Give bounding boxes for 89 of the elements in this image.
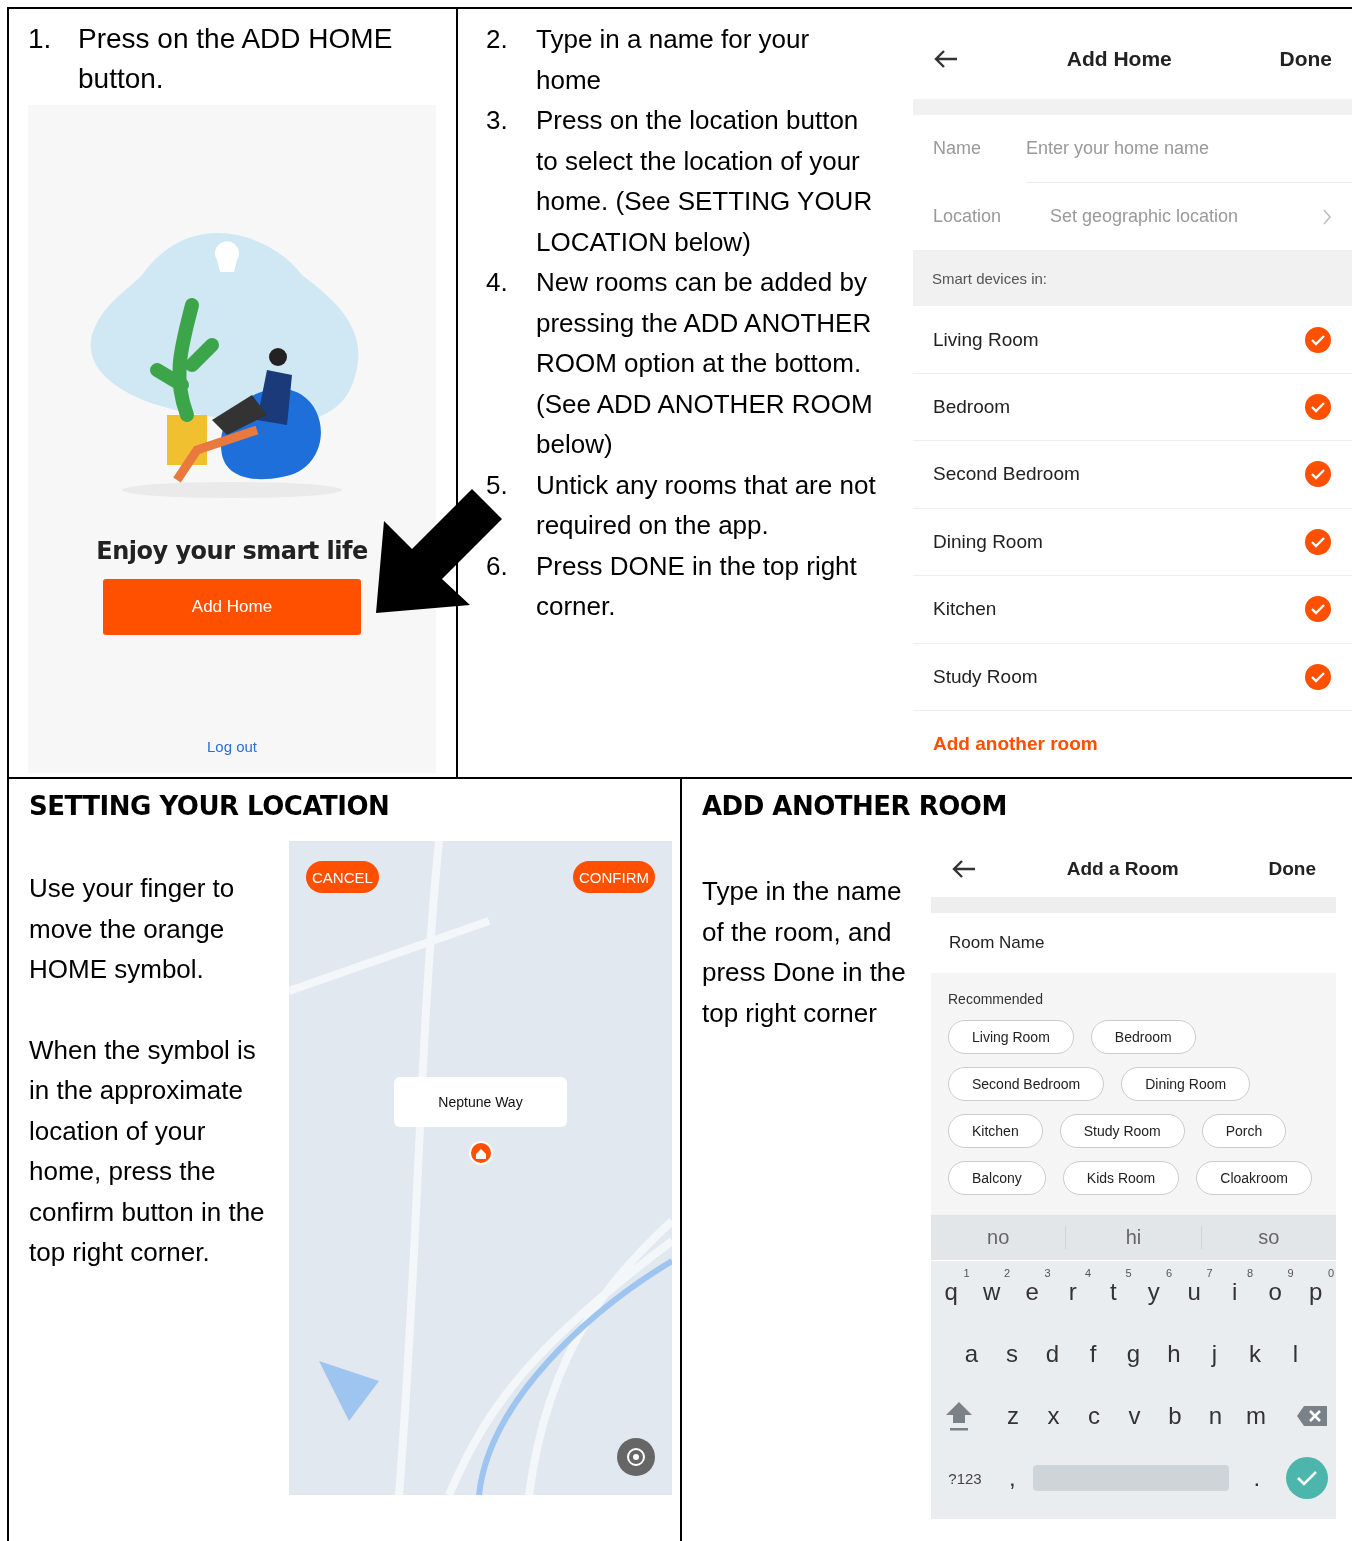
checkmark-icon[interactable] [1285, 1456, 1329, 1500]
checkbox[interactable] [1304, 527, 1332, 556]
step-number: 1. [28, 22, 53, 56]
key[interactable]: v [1114, 1391, 1155, 1441]
screen-title: Add Home [1065, 47, 1173, 72]
headline: Enjoy your smart life [96, 537, 368, 565]
location-callout: Neptune Way [394, 1077, 567, 1127]
key[interactable]: h [1153, 1329, 1195, 1379]
room-chip[interactable]: Study Room [1059, 1114, 1185, 1148]
room-chip[interactable]: Kids Room [1062, 1161, 1180, 1195]
step-number: 2. [486, 23, 509, 56]
step-text: Untick any rooms that are not required on the app. [536, 468, 876, 542]
section-heading: ADD ANOTHER ROOM [702, 791, 1008, 821]
room-name: Study Room [933, 665, 1039, 688]
key[interactable]: t 5 [1093, 1267, 1134, 1317]
symbols-key[interactable]: ?123 [938, 1453, 992, 1503]
key[interactable]: e 3 [1012, 1267, 1053, 1317]
step-number: 4. [486, 266, 509, 299]
key[interactable]: r 4 [1052, 1267, 1093, 1317]
section-heading: SETTING YOUR LOCATION [29, 791, 391, 821]
key[interactable]: i 8 [1214, 1267, 1255, 1317]
key[interactable]: f [1072, 1329, 1114, 1379]
room-name: Bedroom [933, 396, 1012, 419]
key[interactable]: m [1235, 1391, 1277, 1441]
backspace-icon[interactable] [1296, 1405, 1329, 1427]
suggestion[interactable]: so [1258, 1226, 1280, 1248]
field-label: Location [933, 206, 1003, 228]
chevron-right-icon [1322, 207, 1332, 226]
field-label: Name [933, 138, 982, 160]
key[interactable]: g [1113, 1329, 1154, 1379]
log-out-link[interactable]: Log out [206, 738, 257, 755]
section-label: Smart devices in: [932, 269, 1048, 287]
key[interactable]: o 9 [1255, 1267, 1296, 1317]
key[interactable]: u 7 [1174, 1267, 1215, 1317]
screen-title: Add a Room [1065, 858, 1180, 880]
step-text: Press on the ADD HOME button. [78, 22, 394, 96]
suggestion[interactable]: no [987, 1226, 1010, 1248]
home-name-field[interactable]: Enter your home name [1026, 138, 1326, 160]
instruction-text: When the symbol is in the approximate location of your home, press the confirm button in the top right corner. [29, 1033, 266, 1269]
room-name: Second Bedroom [933, 463, 1081, 486]
step-text: Type in a name for your home [536, 23, 811, 97]
step-text: New rooms can be added by pressing the ADD ANOTHER ROOM option at the bottom. (See ADD ANOTHER ROOM below) [536, 266, 874, 461]
done-button[interactable]: Done [1279, 47, 1332, 72]
checkbox[interactable] [1304, 325, 1332, 354]
key[interactable]: b [1154, 1391, 1196, 1441]
key[interactable]: a [951, 1329, 992, 1379]
room-chip[interactable]: Kitchen [948, 1114, 1043, 1148]
room-name: Living Room [933, 328, 1040, 351]
room-chip[interactable]: Bedroom [1090, 1020, 1196, 1054]
key[interactable]: n [1195, 1391, 1236, 1441]
checkbox[interactable] [1304, 662, 1332, 691]
room-chip[interactable]: Porch [1201, 1114, 1287, 1148]
step-number: 5. [486, 468, 509, 502]
comma-key[interactable]: , [992, 1453, 1033, 1503]
location-value: Set geographic location [1050, 206, 1239, 228]
key[interactable]: j [1194, 1329, 1235, 1379]
room-chip[interactable]: Living Room [948, 1020, 1074, 1054]
key[interactable]: l [1275, 1329, 1316, 1379]
instruction-text: Type in the name of the room, and press Done in the top right corner [702, 875, 907, 1030]
room-chip[interactable]: Balcony [948, 1161, 1046, 1195]
key[interactable]: q 1 [931, 1267, 972, 1317]
step-number: 3. [486, 104, 509, 137]
key[interactable]: d [1032, 1329, 1073, 1379]
key[interactable]: c [1073, 1391, 1115, 1441]
suggestion[interactable]: hi [1125, 1226, 1142, 1248]
back-arrow-icon[interactable] [951, 858, 977, 880]
room-name: Kitchen [933, 598, 998, 621]
key[interactable]: x [1033, 1391, 1074, 1441]
key[interactable]: y 6 [1133, 1267, 1174, 1317]
section-label: Recommended [948, 991, 1044, 1007]
checkbox[interactable] [1304, 595, 1332, 624]
room-name: Dining Room [933, 530, 1044, 553]
step-text: Press on the location button to select the location of your home. (See SETTING YOUR LOCATION below) [536, 104, 874, 259]
room-chip[interactable]: Cloakroom [1196, 1161, 1312, 1195]
checkbox[interactable] [1304, 460, 1332, 489]
key[interactable]: k [1234, 1329, 1276, 1379]
done-button[interactable]: Done [1268, 858, 1316, 880]
locate-icon[interactable] [616, 1437, 656, 1477]
key[interactable]: z [992, 1391, 1034, 1441]
checkbox[interactable] [1304, 393, 1332, 422]
key[interactable]: s [991, 1329, 1033, 1379]
key[interactable]: p 0 [1295, 1267, 1336, 1317]
instruction-text: Use your finger to move the orange HOME symbol. [29, 872, 236, 986]
step-number: 6. [486, 549, 509, 583]
room-chip[interactable]: Second Bedroom [948, 1067, 1105, 1101]
period-key[interactable]: . [1236, 1453, 1277, 1503]
step-text: Press DONE in the top right corner. [536, 549, 858, 623]
key[interactable]: w 2 [971, 1267, 1012, 1317]
room-chip[interactable]: Dining Room [1121, 1067, 1251, 1101]
